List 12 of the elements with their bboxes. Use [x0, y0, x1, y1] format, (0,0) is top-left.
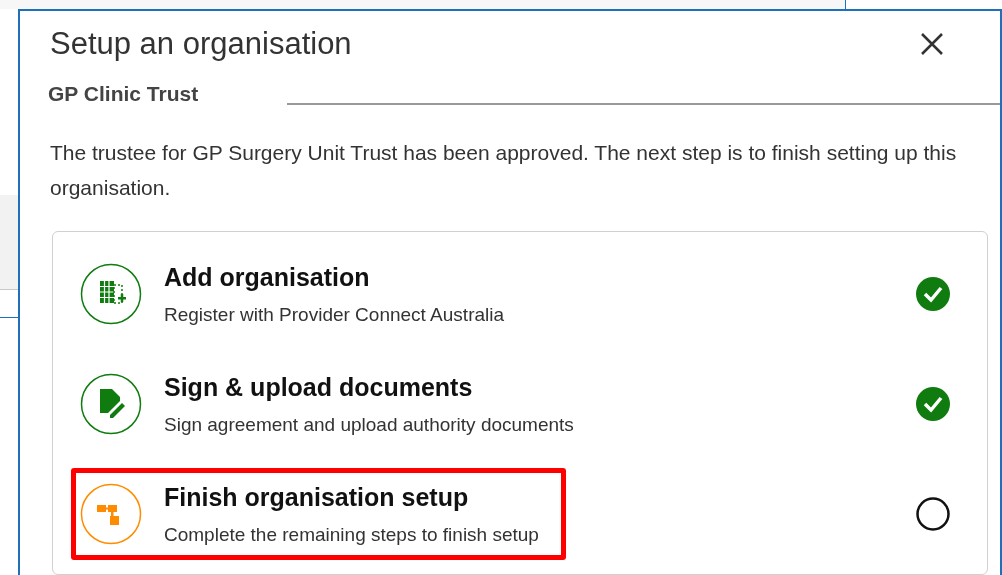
step-title: Finish organisation setup: [164, 482, 470, 513]
approval-message: The trustee for GP Surgery Unit Trust has been approved. The next step is to finish setting up this organisation.: [49, 140, 958, 201]
step-description: Register with Provider Connect Australia: [164, 302, 505, 327]
step-description: Complete the remaining steps to finish setup: [164, 522, 539, 547]
step-title: Add organisation: [164, 262, 371, 293]
highlight-frame[interactable]: Finish organisation setup Complete the remaining steps to finish setup: [71, 468, 566, 560]
step-title: Sign & upload documents: [164, 372, 474, 403]
organisation-name: GP Clinic Trust: [48, 80, 200, 107]
step-row[interactable]: Sign & upload documents Sign agreement and upload authority documents: [71, 358, 601, 450]
dialog-title: Setup an organisation: [50, 25, 352, 63]
step-row[interactable]: Add organisation Register with Provider Connect Australia: [71, 248, 532, 340]
step-description: Sign agreement and upload authority documents: [164, 412, 574, 437]
